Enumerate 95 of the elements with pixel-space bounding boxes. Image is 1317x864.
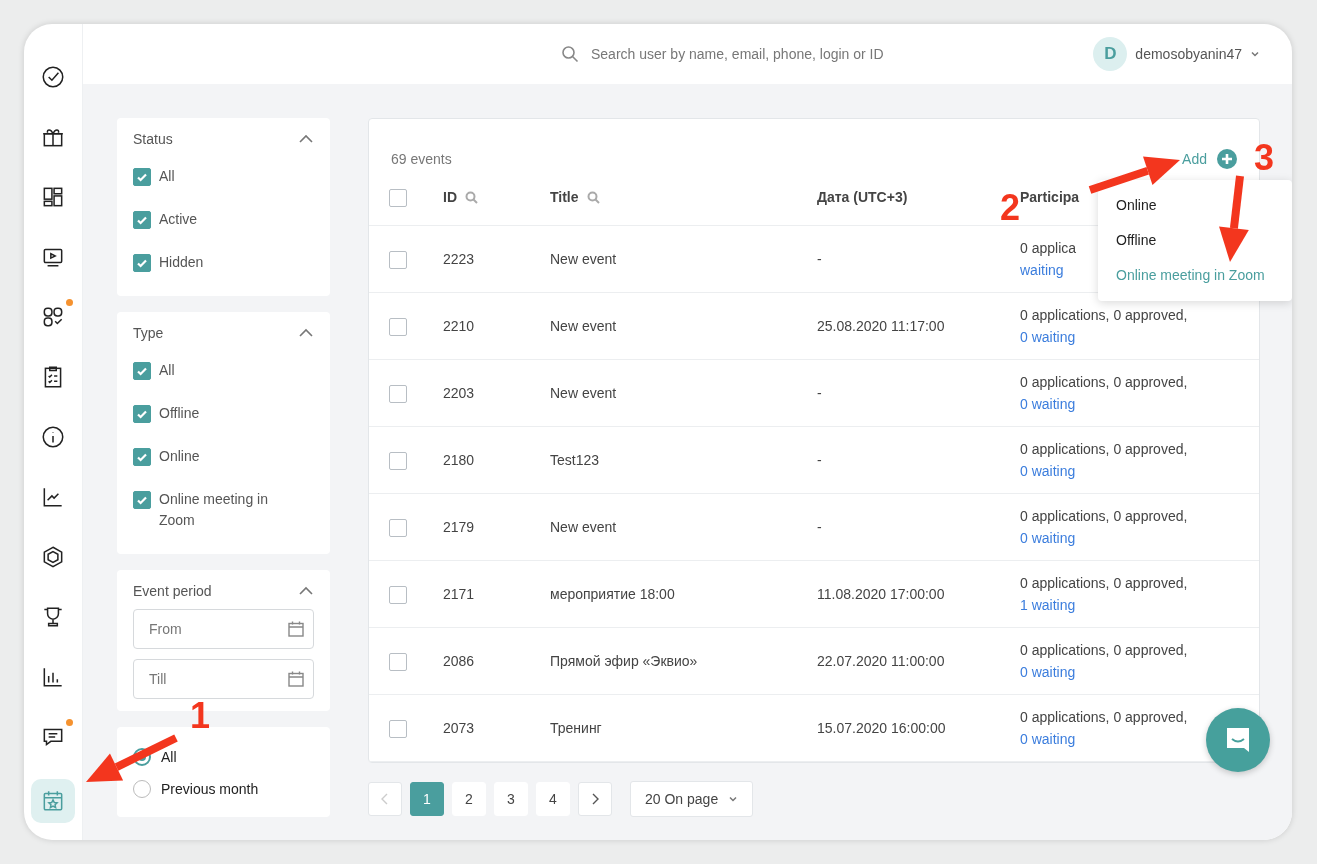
- waiting-link[interactable]: 0 waiting: [1020, 326, 1076, 348]
- table-cell-text: 2223: [443, 251, 476, 267]
- page-button[interactable]: 3: [494, 782, 528, 816]
- checkbox-label: Online meeting in Zoom: [159, 490, 269, 530]
- checkbox-label: Offline: [159, 404, 200, 423]
- chevron-icon[interactable]: [298, 134, 314, 144]
- table-cell-text: 2073: [443, 720, 476, 736]
- table-cell-text: 2179: [443, 519, 476, 535]
- table-cell-text: Test123: [550, 452, 601, 468]
- calendar-icon[interactable]: [287, 670, 305, 688]
- table-cell-text: -: [817, 519, 823, 535]
- date-field[interactable]: Till: [133, 659, 314, 699]
- participants-text: 0 applications, 0 approved, 0 waiting: [1020, 371, 1259, 415]
- checkbox-label: All: [159, 361, 175, 380]
- annotation-number: 2: [1000, 190, 1021, 226]
- table-cell-text: -: [817, 385, 823, 401]
- filter-title: Type: [133, 325, 164, 341]
- waiting-link[interactable]: 0 waiting: [1020, 661, 1076, 683]
- date-field[interactable]: From: [133, 609, 314, 649]
- search-icon[interactable]: [586, 190, 600, 204]
- table-cell-text: Прямой эфир «Эквио»: [550, 653, 699, 669]
- annotation-number: 3: [1254, 140, 1275, 176]
- page-size-select[interactable]: 20 On page: [630, 781, 754, 817]
- page-button[interactable]: 1: [410, 782, 444, 816]
- waiting-link[interactable]: waiting: [1020, 259, 1064, 281]
- checkbox[interactable]: [389, 653, 407, 671]
- caret-icon[interactable]: [1250, 49, 1260, 59]
- checkbox-label: All: [159, 167, 175, 186]
- radio-label: All: [161, 749, 177, 765]
- participants-text: 0 applications, 0 approved, 1 waiting: [1020, 572, 1259, 616]
- chevron-right-icon[interactable]: [590, 793, 600, 805]
- table-cell-text: -: [817, 251, 823, 267]
- page-button[interactable]: 2: [452, 782, 486, 816]
- menu-item[interactable]: Offline: [1098, 223, 1292, 258]
- events-count: 69 events: [391, 151, 452, 167]
- filter-title: Event period: [133, 583, 212, 599]
- table-cell-text: 22.07.2020 11:00:00: [817, 653, 946, 669]
- info-icon[interactable]: [40, 424, 66, 450]
- column-header[interactable]: Дата (UTC+3): [817, 189, 908, 205]
- checkbox-label: Active: [159, 210, 198, 229]
- avatar[interactable]: D: [1093, 37, 1128, 71]
- caret-icon[interactable]: [728, 794, 739, 804]
- menu-item[interactable]: Online meeting in Zoom: [1098, 258, 1292, 293]
- table-cell-text: Тренинг: [550, 720, 603, 736]
- column-header[interactable]: Participa: [1020, 189, 1080, 205]
- table-cell-text: New event: [550, 251, 618, 267]
- participants-text: 0 applications, 0 approved, 0 waiting: [1020, 505, 1259, 549]
- waiting-link[interactable]: 0 waiting: [1020, 527, 1076, 549]
- checkbox[interactable]: [389, 318, 407, 336]
- waiting-link[interactable]: 0 waiting: [1020, 460, 1076, 482]
- checkbox[interactable]: [389, 586, 407, 604]
- checkbox-label: Online: [159, 447, 200, 466]
- waiting-link[interactable]: 1 waiting: [1020, 594, 1076, 616]
- checkbox[interactable]: [389, 720, 407, 738]
- participants-text: 0 applications, 0 approved, 0 waiting: [1020, 639, 1259, 683]
- checkbox[interactable]: [389, 385, 407, 403]
- search-icon: [561, 45, 579, 63]
- table-cell-text: мероприятие 18:00: [550, 586, 676, 602]
- add-link[interactable]: Add: [1182, 151, 1207, 167]
- waiting-link[interactable]: 0 waiting: [1020, 393, 1076, 415]
- column-header[interactable]: Title: [550, 189, 579, 205]
- table-cell-text: 2210: [443, 318, 476, 334]
- plus-icon[interactable]: [1217, 149, 1237, 169]
- column-header[interactable]: ID: [443, 189, 457, 205]
- checkbox[interactable]: [389, 251, 407, 269]
- page-button[interactable]: 4: [536, 782, 570, 816]
- table-cell-text: New event: [550, 385, 618, 401]
- checkbox[interactable]: [389, 452, 407, 470]
- table-cell-text: 2180: [443, 452, 476, 468]
- radio-button[interactable]: [133, 748, 151, 766]
- waiting-link[interactable]: 0 waiting: [1020, 728, 1076, 750]
- checkbox[interactable]: [389, 519, 407, 537]
- filter-title: Status: [133, 131, 173, 147]
- radio-label: Previous month: [161, 781, 259, 797]
- chevron-icon[interactable]: [298, 328, 314, 338]
- table-cell-text: 2086: [443, 653, 476, 669]
- table-cell-text: 25.08.2020 11:17:00: [817, 318, 946, 334]
- chevron-icon[interactable]: [298, 586, 314, 596]
- table-cell-text: 2203: [443, 385, 476, 401]
- user-name[interactable]: demosobyanin47: [1135, 46, 1242, 62]
- table-cell-text: 15.07.2020 16:00:00: [817, 720, 947, 736]
- menu-item[interactable]: Online: [1098, 188, 1292, 223]
- checkbox-label: Hidden: [159, 253, 204, 272]
- table-cell-text: 11.08.2020 17:00:00: [817, 586, 946, 602]
- table-cell-text: 2171: [443, 586, 476, 602]
- table-cell-text: New event: [550, 519, 618, 535]
- annotation-number: 1: [190, 698, 211, 734]
- table-cell-text: New event: [550, 318, 618, 334]
- table-cell-text: -: [817, 452, 823, 468]
- check-circle-icon[interactable]: [40, 64, 66, 90]
- calendar-icon[interactable]: [287, 620, 305, 638]
- search-icon[interactable]: [465, 190, 478, 204]
- checkbox[interactable]: [389, 189, 407, 207]
- participants-text: 0 applications, 0 approved, 0 waiting: [1020, 304, 1259, 348]
- participants-text: 0 applications, 0 approved, 0 waiting: [1020, 438, 1259, 482]
